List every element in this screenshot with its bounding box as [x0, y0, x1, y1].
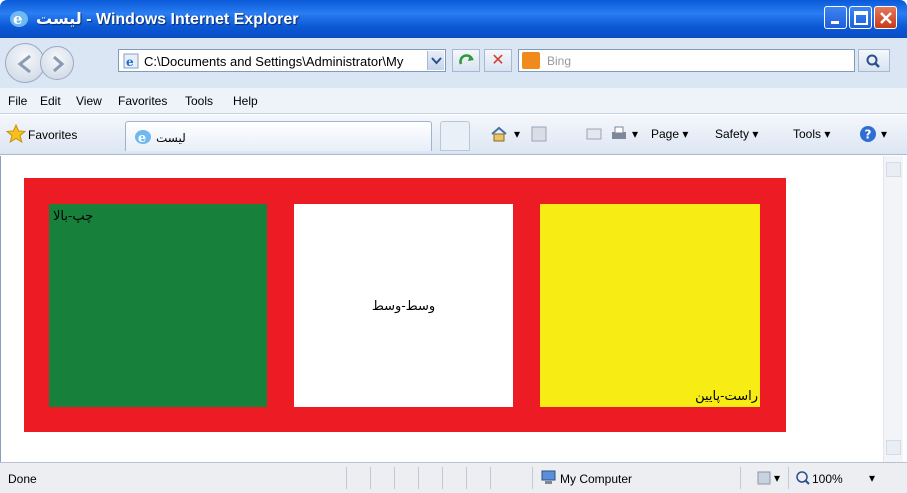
minimize-button[interactable] — [824, 6, 847, 29]
status-divider — [788, 467, 789, 489]
search-button[interactable] — [858, 49, 890, 72]
bing-icon — [522, 52, 540, 69]
page-icon: e — [123, 53, 139, 69]
home-icon[interactable] — [490, 125, 508, 143]
menu-favorites[interactable]: Favorites — [118, 94, 167, 108]
close-icon — [880, 12, 892, 24]
status-text: Done — [8, 472, 37, 486]
protected-mode-icon[interactable] — [755, 469, 773, 487]
back-button[interactable] — [5, 43, 45, 83]
minimize-icon — [831, 21, 839, 24]
menu-bar: File Edit View Favorites Tools Help — [0, 88, 907, 114]
cell-middle-center-text: وسط-وسط — [371, 297, 436, 313]
address-input[interactable]: e C:\Documents and Settings\Administrato… — [118, 49, 446, 72]
status-divider — [466, 467, 467, 489]
stop-button[interactable]: ✕ — [484, 49, 512, 72]
print-dropdown-icon[interactable]: ▾ — [632, 127, 638, 141]
cell-bottom-right: راست-پایین — [540, 204, 760, 407]
home-dropdown-icon[interactable]: ▾ — [514, 127, 520, 141]
svg-text:e: e — [138, 131, 146, 146]
menu-view[interactable]: View — [76, 94, 102, 108]
star-icon — [6, 124, 26, 144]
tab-label: لیست — [156, 131, 186, 145]
svg-text:e: e — [126, 55, 134, 69]
status-bar: Done My Computer ▾ 100% ▾ — [0, 462, 907, 493]
status-divider — [346, 467, 347, 489]
svg-text:e: e — [13, 10, 23, 28]
status-divider — [740, 467, 741, 489]
search-icon — [866, 54, 880, 68]
protected-mode-dropdown-icon[interactable]: ▾ — [774, 471, 780, 485]
cell-bottom-right-text: راست-پایین — [695, 388, 758, 403]
tools-menu-button[interactable]: Tools ▾ — [793, 127, 830, 141]
maximize-button[interactable] — [849, 6, 872, 29]
scroll-up-button[interactable] — [886, 162, 901, 177]
close-button[interactable] — [874, 6, 897, 29]
chevron-down-icon — [431, 57, 442, 65]
refresh-icon — [459, 54, 474, 65]
internet-explorer-icon: e — [10, 10, 28, 28]
help-icon[interactable]: ? — [859, 125, 877, 143]
svg-text:?: ? — [865, 128, 872, 142]
status-divider — [394, 467, 395, 489]
menu-tools[interactable]: Tools — [185, 94, 213, 108]
page-menu-button[interactable]: Page ▾ — [651, 127, 688, 141]
title-bar: e لیست - Windows Internet Explorer — [0, 0, 907, 38]
stop-icon: ✕ — [491, 52, 505, 69]
security-zone: My Computer — [560, 472, 633, 486]
forward-button[interactable] — [40, 46, 74, 80]
favorites-label: Favorites — [28, 128, 78, 142]
feeds-icon[interactable] — [530, 125, 548, 143]
safety-menu-button[interactable]: Safety ▾ — [715, 127, 758, 141]
zoom-level[interactable]: 100% — [812, 472, 843, 486]
internet-explorer-icon: e — [135, 130, 151, 146]
status-divider — [442, 467, 443, 489]
zoom-icon[interactable] — [794, 469, 812, 487]
cell-top-left: چپ-بالا — [49, 204, 267, 407]
status-divider — [532, 467, 533, 489]
maximize-icon — [854, 11, 868, 25]
search-placeholder: Bing — [547, 54, 572, 68]
cell-middle-center: وسط-وسط — [294, 204, 513, 407]
address-toolbar: e C:\Documents and Settings\Administrato… — [0, 38, 907, 88]
window-title: لیست - Windows Internet Explorer — [36, 11, 299, 28]
search-input[interactable]: Bing — [518, 49, 855, 72]
print-icon[interactable] — [610, 125, 628, 143]
help-dropdown-icon[interactable]: ▾ — [881, 127, 887, 141]
cell-top-left-text: چپ-بالا — [53, 208, 94, 223]
status-divider — [370, 467, 371, 489]
vertical-scrollbar[interactable] — [883, 156, 903, 462]
menu-edit[interactable]: Edit — [40, 94, 61, 108]
forward-arrow-icon — [53, 55, 65, 73]
computer-icon — [541, 470, 556, 484]
status-divider — [418, 467, 419, 489]
menu-help[interactable]: Help — [233, 94, 258, 108]
tab-current[interactable]: e لیست — [125, 121, 432, 151]
new-tab-button[interactable] — [440, 121, 470, 151]
refresh-button[interactable] — [452, 49, 480, 72]
address-url: C:\Documents and Settings\Administrator\… — [144, 54, 404, 69]
address-dropdown-button[interactable] — [427, 51, 444, 70]
zoom-dropdown-icon[interactable]: ▾ — [869, 471, 875, 485]
read-mail-icon[interactable] — [585, 125, 603, 143]
status-divider — [490, 467, 491, 489]
scroll-down-button[interactable] — [886, 440, 901, 455]
menu-file[interactable]: File — [8, 94, 27, 108]
favorites-bar: Favorites e لیست ▾ ▾ Page ▾ Safety ▾ Too… — [0, 115, 907, 155]
